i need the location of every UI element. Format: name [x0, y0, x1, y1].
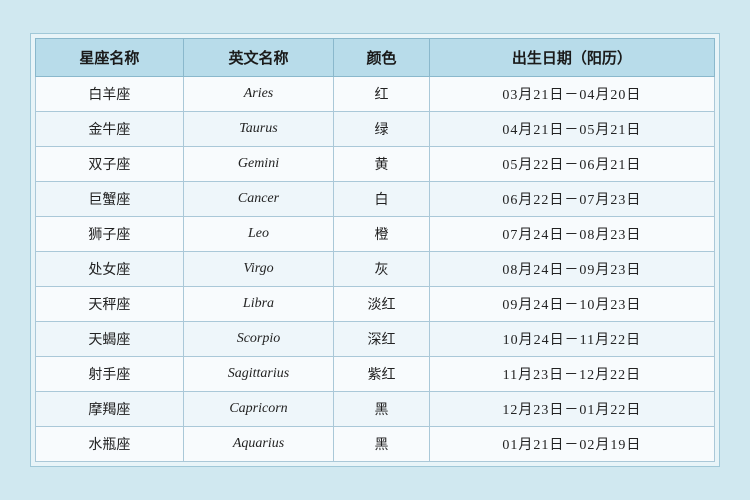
- table-row: 水瓶座Aquarius黑01月21日－02月19日: [36, 427, 715, 462]
- cell-english-name: Taurus: [183, 112, 333, 147]
- cell-color: 黑: [334, 427, 430, 462]
- cell-english-name: Cancer: [183, 182, 333, 217]
- cell-chinese-name: 白羊座: [36, 77, 184, 112]
- cell-dates: 08月24日－09月23日: [429, 252, 714, 287]
- table-row: 射手座Sagittarius紫红11月23日－12月22日: [36, 357, 715, 392]
- cell-english-name: Sagittarius: [183, 357, 333, 392]
- cell-chinese-name: 处女座: [36, 252, 184, 287]
- cell-chinese-name: 巨蟹座: [36, 182, 184, 217]
- header-english-name: 英文名称: [183, 39, 333, 77]
- table-row: 摩羯座Capricorn黑12月23日－01月22日: [36, 392, 715, 427]
- header-dates: 出生日期（阳历）: [429, 39, 714, 77]
- cell-dates: 07月24日－08月23日: [429, 217, 714, 252]
- cell-chinese-name: 双子座: [36, 147, 184, 182]
- cell-color: 深红: [334, 322, 430, 357]
- table-row: 巨蟹座Cancer白06月22日－07月23日: [36, 182, 715, 217]
- cell-english-name: Scorpio: [183, 322, 333, 357]
- table-row: 狮子座Leo橙07月24日－08月23日: [36, 217, 715, 252]
- cell-color: 橙: [334, 217, 430, 252]
- cell-dates: 12月23日－01月22日: [429, 392, 714, 427]
- table-row: 天蝎座Scorpio深红10月24日－11月22日: [36, 322, 715, 357]
- cell-dates: 05月22日－06月21日: [429, 147, 714, 182]
- cell-color: 绿: [334, 112, 430, 147]
- cell-chinese-name: 水瓶座: [36, 427, 184, 462]
- cell-chinese-name: 射手座: [36, 357, 184, 392]
- cell-chinese-name: 金牛座: [36, 112, 184, 147]
- cell-color: 黄: [334, 147, 430, 182]
- table-row: 金牛座Taurus绿04月21日－05月21日: [36, 112, 715, 147]
- table-row: 处女座Virgo灰08月24日－09月23日: [36, 252, 715, 287]
- cell-english-name: Libra: [183, 287, 333, 322]
- cell-dates: 04月21日－05月21日: [429, 112, 714, 147]
- cell-dates: 11月23日－12月22日: [429, 357, 714, 392]
- zodiac-table-container: 星座名称 英文名称 颜色 出生日期（阳历） 白羊座Aries红03月21日－04…: [30, 33, 720, 467]
- cell-chinese-name: 天蝎座: [36, 322, 184, 357]
- cell-dates: 06月22日－07月23日: [429, 182, 714, 217]
- cell-color: 红: [334, 77, 430, 112]
- cell-color: 淡红: [334, 287, 430, 322]
- cell-dates: 01月21日－02月19日: [429, 427, 714, 462]
- header-color: 颜色: [334, 39, 430, 77]
- cell-english-name: Gemini: [183, 147, 333, 182]
- table-row: 白羊座Aries红03月21日－04月20日: [36, 77, 715, 112]
- cell-chinese-name: 天秤座: [36, 287, 184, 322]
- cell-dates: 10月24日－11月22日: [429, 322, 714, 357]
- zodiac-table: 星座名称 英文名称 颜色 出生日期（阳历） 白羊座Aries红03月21日－04…: [35, 38, 715, 462]
- table-header-row: 星座名称 英文名称 颜色 出生日期（阳历）: [36, 39, 715, 77]
- table-row: 双子座Gemini黄05月22日－06月21日: [36, 147, 715, 182]
- cell-dates: 09月24日－10月23日: [429, 287, 714, 322]
- cell-color: 黑: [334, 392, 430, 427]
- cell-color: 白: [334, 182, 430, 217]
- cell-dates: 03月21日－04月20日: [429, 77, 714, 112]
- cell-english-name: Capricorn: [183, 392, 333, 427]
- cell-chinese-name: 狮子座: [36, 217, 184, 252]
- cell-english-name: Virgo: [183, 252, 333, 287]
- table-row: 天秤座Libra淡红09月24日－10月23日: [36, 287, 715, 322]
- cell-english-name: Aquarius: [183, 427, 333, 462]
- cell-color: 灰: [334, 252, 430, 287]
- header-chinese-name: 星座名称: [36, 39, 184, 77]
- cell-color: 紫红: [334, 357, 430, 392]
- cell-english-name: Aries: [183, 77, 333, 112]
- cell-english-name: Leo: [183, 217, 333, 252]
- cell-chinese-name: 摩羯座: [36, 392, 184, 427]
